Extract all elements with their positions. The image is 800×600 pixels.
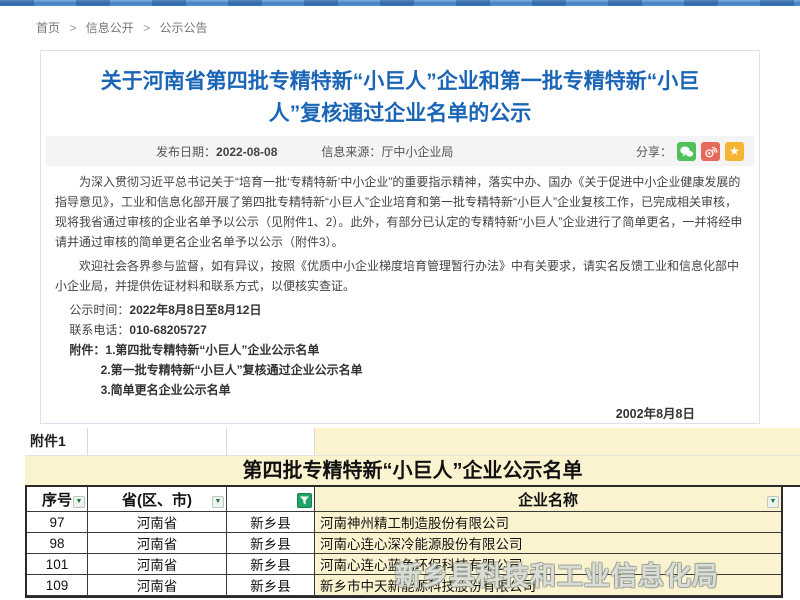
public-time-label: 公示时间： (69, 303, 129, 317)
cell-province: 河南省 (88, 533, 227, 554)
cell-province: 河南省 (88, 554, 227, 575)
filter-dropdown-icon[interactable]: ▼ (767, 496, 779, 508)
breadcrumb-separator: > (143, 21, 150, 35)
weibo-share-icon[interactable] (701, 142, 720, 161)
agency-watermark: 新乡县科技和工业信息化局 (395, 556, 719, 593)
attachment-item-2: 2.第一批专精特新“小巨人”复核通过企业公示名单 (69, 360, 745, 380)
contact-phone-line: 联系电话：010-68205727 (55, 320, 745, 340)
cell-county: 新乡县 (227, 512, 315, 533)
col-header-county (227, 487, 315, 512)
table-row: 97 河南省 新乡县 河南神州精工制造股份有限公司 (27, 512, 781, 533)
breadcrumb-info-disclosure[interactable]: 信息公开 (86, 21, 134, 35)
page-title: 关于河南省第四批专精特新“小巨人”企业和第一批专精特新“小巨人”复核通过企业名单… (95, 66, 705, 130)
info-source-value: 厅中小企业局 (381, 145, 453, 159)
cell-company: 河南心连心深冷能源股份有限公司 (315, 533, 781, 554)
info-bar: 发布日期：2022-08-08 信息来源：厅中小企业局 分享： ★ (46, 136, 754, 166)
info-source: 信息来源：厅中小企业局 (321, 143, 453, 160)
article-body: 为深入贯彻习近平总书记关于“培育一批‘专精特新’中小企业”的重要指示精神，落实中… (41, 166, 759, 424)
empty-cell (88, 428, 227, 456)
info-source-label: 信息来源： (321, 145, 381, 159)
breadcrumb-public-notice[interactable]: 公示公告 (159, 21, 207, 35)
attachment-item-1: 附件：1.第四批专精特新“小巨人”企业公示名单 (69, 340, 745, 360)
cell-province: 河南省 (88, 512, 227, 533)
share-bar: 分享： ★ (636, 142, 744, 161)
public-time-value: 2022年8月8日至8月12日 (129, 303, 261, 317)
table-title: 第四批专精特新“小巨人”企业公示名单 (25, 455, 800, 487)
publish-date: 发布日期：2022-08-08 (156, 143, 277, 160)
col-header-seq-label: 序号 (42, 489, 72, 510)
contact-phone-value: 010-68205727 (129, 323, 206, 337)
signature-date: 2002年8月8日 (55, 400, 745, 424)
col-header-province-label: 省(区、市) (122, 489, 192, 510)
contact-phone-label: 联系电话： (69, 323, 129, 337)
cell-province: 河南省 (88, 575, 227, 596)
cell-county: 新乡县 (227, 533, 315, 554)
cell-county: 新乡县 (227, 554, 315, 575)
active-filter-funnel-icon[interactable] (297, 493, 312, 508)
publish-date-label: 发布日期： (156, 145, 216, 159)
empty-cell (227, 428, 315, 456)
attachments-label: 附件： (69, 343, 105, 357)
publish-date-value: 2022-08-08 (216, 145, 277, 159)
cell-seq: 101 (27, 554, 88, 575)
col-header-seq: 序号▼ (27, 487, 88, 512)
favorite-star-icon[interactable]: ★ (725, 142, 744, 161)
attachment-item-3: 3.简单更名企业公示名单 (69, 380, 745, 400)
col-header-province: 省(区、市) ▼ (88, 487, 227, 512)
paragraph-1: 为深入贯彻习近平总书记关于“培育一批‘专精特新’中小企业”的重要指示精神，落实中… (55, 172, 745, 252)
public-time-line: 公示时间：2022年8月8日至8月12日 (55, 300, 745, 320)
attachment-1-title: 1.第四批专精特新“小巨人”企业公示名单 (105, 343, 319, 357)
breadcrumb-home[interactable]: 首页 (36, 21, 60, 35)
breadcrumb: 首页 > 信息公开 > 公示公告 (36, 19, 207, 36)
filter-dropdown-icon[interactable]: ▼ (73, 496, 85, 508)
col-header-company: 企业名称 ▼ (315, 487, 781, 512)
attachment-1-label: 附件1 (25, 428, 88, 456)
cell-seq: 97 (27, 512, 88, 533)
cell-county: 新乡县 (227, 575, 315, 596)
cell-seq: 109 (27, 575, 88, 596)
attachment-list: 附件：1.第四批专精特新“小巨人”企业公示名单 2.第一批专精特新“小巨人”复核… (55, 340, 745, 400)
cell-seq: 98 (27, 533, 88, 554)
breadcrumb-separator: > (69, 21, 76, 35)
cell-company: 河南神州精工制造股份有限公司 (315, 512, 781, 533)
empty-cell (315, 428, 800, 456)
share-label: 分享： (636, 143, 672, 160)
table-header-row: 序号▼ 省(区、市)▼ 企业名称▼ (27, 487, 781, 512)
announcement-card: 关于河南省第四批专精特新“小巨人”企业和第一批专精特新“小巨人”复核通过企业名单… (40, 50, 760, 424)
col-header-company-label: 企业名称 (518, 489, 578, 510)
attachment-1-label-row: 附件1 (25, 428, 800, 455)
top-decor-bar (0, 0, 800, 6)
paragraph-2: 欢迎社会各界参与监督，如有异议，按照《优质中小企业梯度培育管理暂行办法》中有关要… (55, 256, 745, 296)
table-row: 98 河南省 新乡县 河南心连心深冷能源股份有限公司 (27, 533, 781, 554)
wechat-share-icon[interactable] (677, 142, 696, 161)
filter-dropdown-icon[interactable]: ▼ (212, 496, 224, 508)
